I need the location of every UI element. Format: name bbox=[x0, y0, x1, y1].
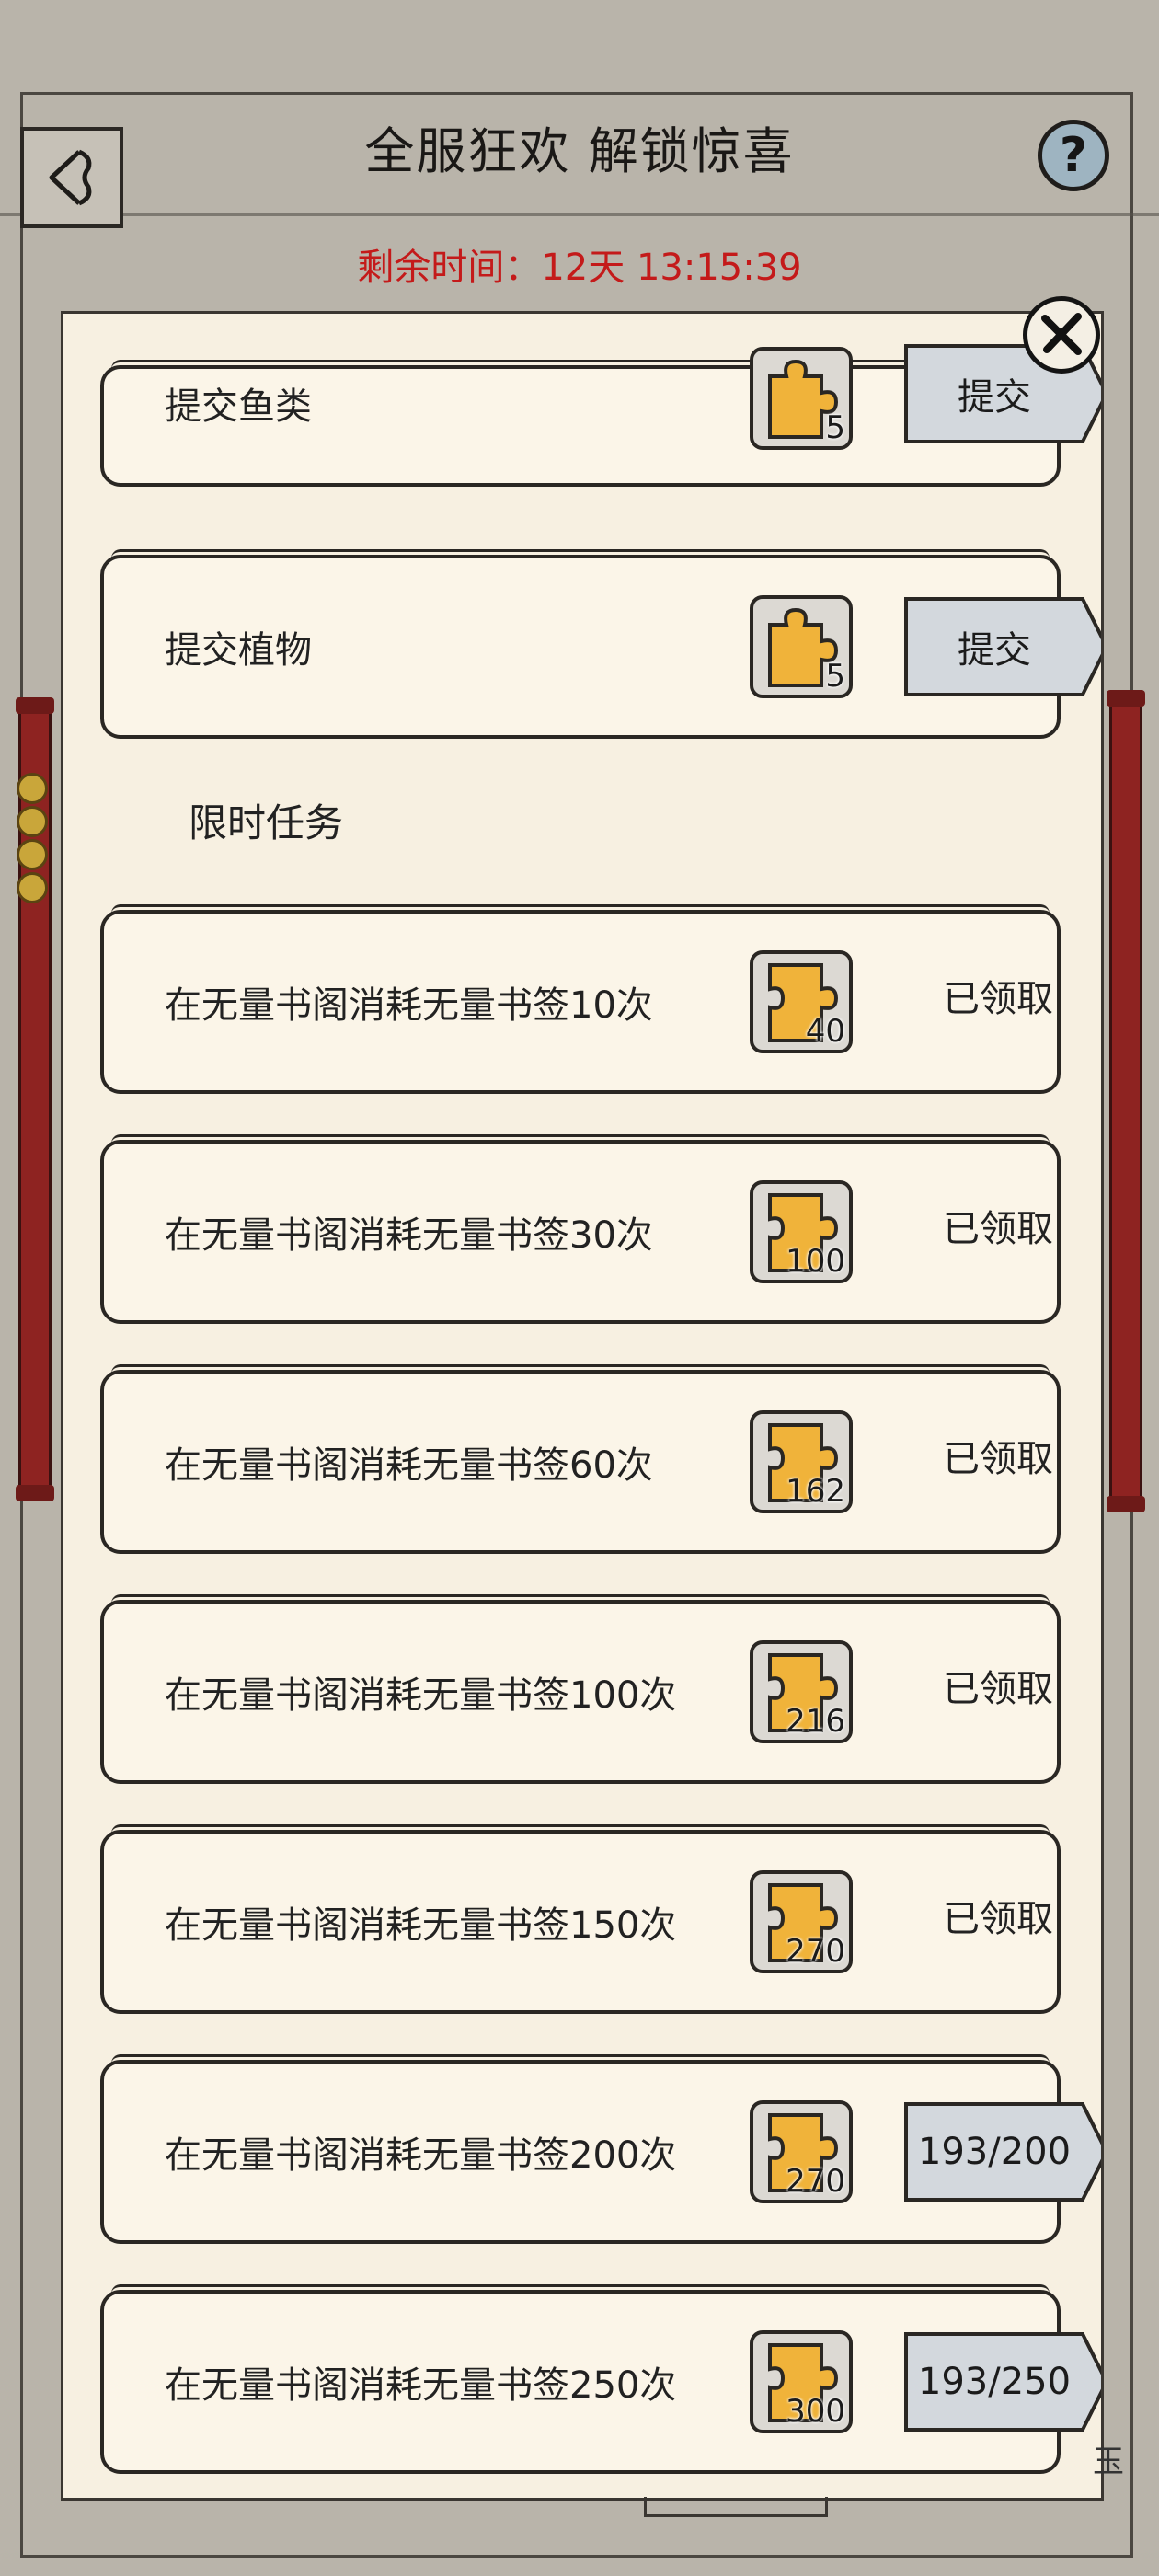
reward-count: 100 bbox=[786, 1243, 845, 1280]
progress-button[interactable]: 193/200 bbox=[902, 2099, 1101, 2205]
reward-piece: 162 bbox=[750, 1410, 853, 1513]
claimed-status: 已领取 bbox=[943, 1668, 1053, 1711]
coin-stack-icon bbox=[17, 773, 50, 903]
reward-count: 40 bbox=[805, 1013, 845, 1050]
limited-task-card: 在无量书阁消耗无量书签60次 162 已领取 bbox=[100, 1364, 1061, 1554]
header-divider bbox=[0, 213, 1159, 216]
countdown-timer: 剩余时间：12天 13:15:39 bbox=[357, 247, 802, 289]
limited-task-card: 在无量书阁消耗无量书签30次 100 已领取 bbox=[100, 1134, 1061, 1324]
close-x-icon bbox=[1041, 313, 1082, 355]
claimed-status: 已领取 bbox=[943, 1208, 1053, 1251]
task-label: 在无量书阁消耗无量书签60次 bbox=[165, 1444, 653, 1487]
reward-count: 270 bbox=[786, 2163, 845, 2200]
task-label: 在无量书阁消耗无量书签250次 bbox=[165, 2364, 677, 2407]
reward-piece: 5 bbox=[750, 595, 853, 698]
page-title: 全服狂欢 解锁惊喜 bbox=[364, 122, 795, 180]
limited-task-card: 在无量书阁消耗无量书签150次 270 已领取 bbox=[100, 1824, 1061, 2014]
task-panel[interactable]: 提交鱼类 5 提交 提交植物 5 提交 限时任务 在无量书阁消耗无量书签10次 … bbox=[61, 311, 1104, 2501]
progress-label: 193/200 bbox=[917, 2131, 1072, 2173]
task-label: 在无量书阁消耗无量书签10次 bbox=[165, 984, 653, 1027]
task-card-fish: 提交鱼类 5 提交 bbox=[100, 344, 1101, 487]
limited-task-card: 在无量书阁消耗无量书签250次 300 193/250 bbox=[100, 2284, 1101, 2474]
task-label: 在无量书阁消耗无量书签150次 bbox=[165, 1904, 677, 1947]
claimed-status: 已领取 bbox=[943, 1898, 1053, 1941]
right-scroll-decoration bbox=[1107, 690, 1145, 1512]
reward-piece: 5 bbox=[750, 347, 853, 451]
progress-label: 193/250 bbox=[917, 2361, 1072, 2403]
section-title-limited: 限时任务 bbox=[189, 800, 344, 845]
reward-count: 270 bbox=[786, 1933, 845, 1970]
corner-label: 玉 bbox=[1093, 2444, 1124, 2480]
submit-button-label: 提交 bbox=[958, 629, 1031, 672]
task-label: 提交植物 bbox=[165, 629, 312, 672]
task-label: 在无量书阁消耗无量书签100次 bbox=[165, 1674, 677, 1717]
reward-piece: 270 bbox=[750, 1870, 853, 1973]
question-icon: ? bbox=[1059, 128, 1088, 183]
progress-button[interactable]: 193/250 bbox=[902, 2329, 1101, 2435]
limited-task-card: 在无量书阁消耗无量书签100次 216 已领取 bbox=[100, 1594, 1061, 1784]
bottom-tab-decoration bbox=[644, 2497, 828, 2517]
task-label: 在无量书阁消耗无量书签200次 bbox=[165, 2134, 677, 2177]
reward-piece: 100 bbox=[750, 1180, 853, 1283]
help-button[interactable]: ? bbox=[1038, 120, 1109, 191]
close-button[interactable] bbox=[1023, 296, 1100, 374]
claimed-status: 已领取 bbox=[943, 1438, 1053, 1481]
reward-piece: 216 bbox=[750, 1640, 853, 1743]
reward-count: 162 bbox=[786, 1473, 845, 1510]
reward-count: 300 bbox=[786, 2393, 845, 2430]
reward-piece: 270 bbox=[750, 2100, 853, 2203]
task-label: 提交鱼类 bbox=[165, 385, 312, 429]
reward-count: 216 bbox=[786, 1703, 845, 1740]
reward-piece: 300 bbox=[750, 2330, 853, 2433]
submit-button[interactable]: 提交 bbox=[902, 593, 1101, 700]
task-label: 在无量书阁消耗无量书签30次 bbox=[165, 1214, 653, 1257]
reward-piece: 40 bbox=[750, 950, 853, 1053]
limited-task-card: 在无量书阁消耗无量书签10次 40 已领取 bbox=[100, 904, 1061, 1094]
claimed-status: 已领取 bbox=[943, 978, 1053, 1021]
reward-count: 5 bbox=[825, 409, 845, 447]
limited-task-card: 在无量书阁消耗无量书签200次 270 193/200 bbox=[100, 2054, 1101, 2244]
task-card-plant: 提交植物 5 提交 bbox=[100, 549, 1101, 739]
reward-count: 5 bbox=[825, 658, 845, 695]
